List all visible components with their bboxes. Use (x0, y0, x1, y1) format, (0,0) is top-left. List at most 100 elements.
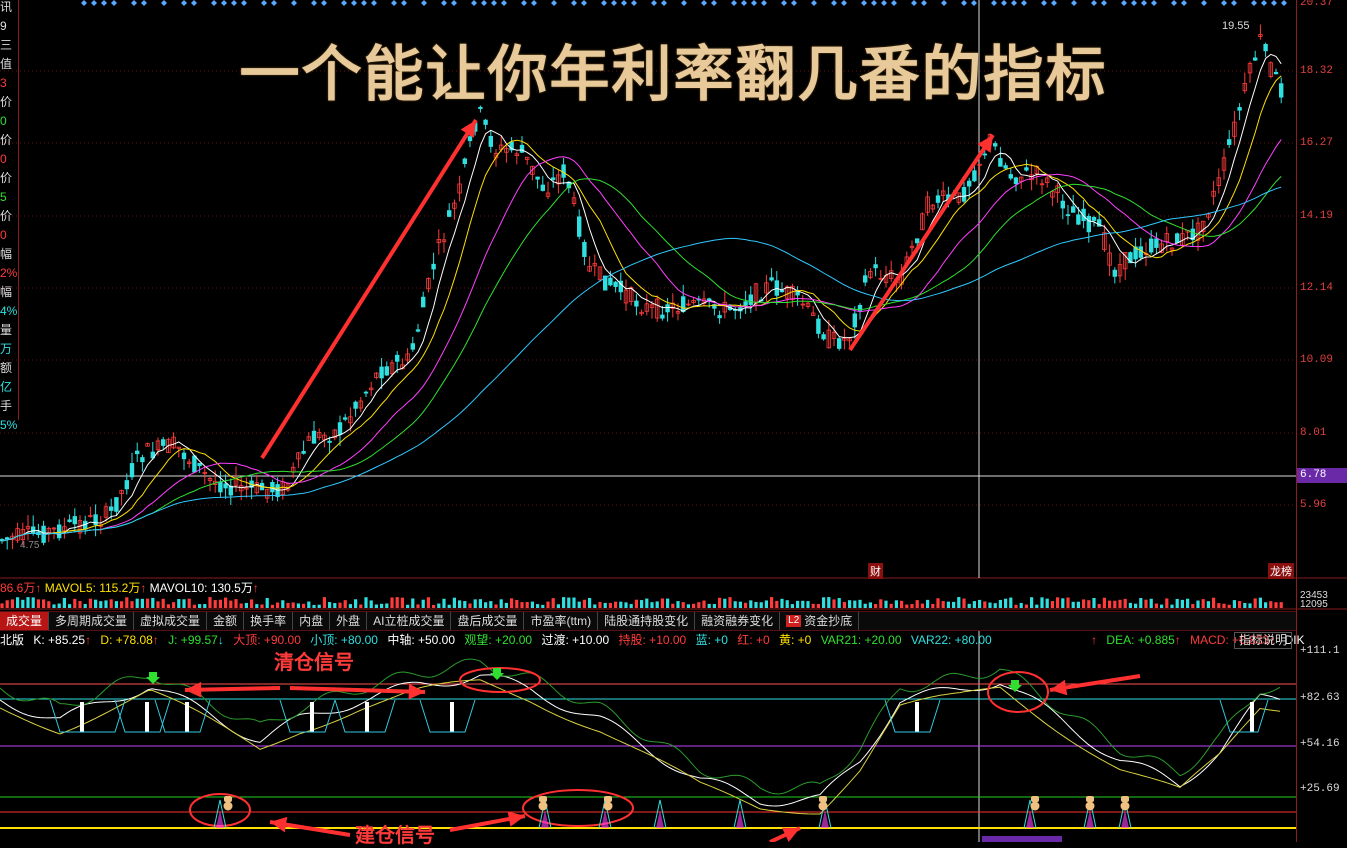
var22-value: VAR22: +80.00 (910, 633, 992, 647)
volume-bar (291, 602, 295, 608)
volume-bar (915, 600, 919, 608)
stock-chart-canvas[interactable] (0, 0, 1347, 842)
tab-label: 成交量 (6, 614, 43, 628)
volume-bar (125, 597, 129, 608)
volume-bar (380, 603, 384, 608)
candle-body (873, 264, 878, 269)
candle-body (863, 275, 868, 283)
quote-field: 亿 (0, 380, 13, 394)
signal-diamond (1131, 0, 1137, 6)
volume-bar (1097, 604, 1101, 608)
volume-bar (338, 602, 342, 608)
signal-diamond (241, 0, 247, 6)
signal-diamond (1141, 0, 1147, 6)
price-tick: 20.37 (1300, 0, 1334, 9)
volume-bar (302, 603, 306, 608)
volume-bar (1144, 599, 1148, 608)
indicator-tab[interactable]: 虚拟成交量 (134, 612, 208, 630)
signal-diamond (1231, 0, 1237, 6)
volume-bar (99, 601, 103, 608)
indicator-tick: +54.16 (1300, 738, 1340, 750)
indicator-tab[interactable]: 成交量 (0, 612, 50, 630)
signal-diamond (551, 0, 557, 6)
volume-bar (1175, 598, 1179, 608)
j-line (0, 658, 1281, 795)
indicator-help-button[interactable]: 指标说明 (1234, 632, 1293, 649)
indicator-tab[interactable]: 多周期成交量 (49, 612, 135, 630)
volume-bar (1149, 598, 1153, 608)
signal-shape (49, 699, 126, 733)
indicator-tab[interactable]: AI立桩成交量 (367, 612, 452, 630)
volume-bar (910, 604, 914, 608)
candle-body (1279, 83, 1284, 98)
signal-diamond (1091, 0, 1097, 6)
volume-bar (421, 599, 425, 608)
candle-body (67, 519, 72, 522)
hand-icon (1030, 801, 1040, 811)
volume-bar (208, 597, 212, 608)
dragon-tiger-list-marker[interactable]: 龙榜 (1268, 563, 1294, 579)
volume-bar (447, 604, 451, 608)
volume-bar (681, 602, 685, 608)
volume-bar (598, 602, 602, 608)
volume-bar (276, 602, 280, 608)
volume-bar (967, 603, 971, 608)
volume-bar (946, 601, 950, 608)
volume-bar (775, 600, 779, 608)
indicator-tab[interactable]: 换手率 (244, 612, 294, 630)
quote-field: 5% (0, 418, 18, 432)
indicator-tab[interactable]: L2 资金抄底 (780, 612, 860, 630)
price-tick: 10.09 (1300, 354, 1334, 366)
indicator-tab[interactable]: 外盘 (330, 612, 368, 630)
volume-bar (1238, 601, 1242, 608)
volume-bar (473, 599, 477, 608)
hand-icon (604, 796, 612, 802)
volume-bar (146, 598, 150, 608)
candle-body (1065, 214, 1071, 217)
volume-bar (530, 601, 534, 608)
quote-field: 三 (0, 38, 13, 52)
financial-report-marker[interactable]: 财 (868, 563, 883, 579)
volume-bar (296, 603, 300, 608)
candle-body (192, 455, 197, 473)
price-tick: 12.14 (1300, 282, 1334, 294)
volume-bar (759, 602, 763, 608)
dading-value: 大顶: +90.00 (233, 633, 301, 647)
volume-bar (770, 597, 774, 608)
indicator-tab[interactable]: 金额 (207, 612, 245, 630)
hong-value: 红: +0 (737, 633, 770, 647)
volume-bar (1118, 599, 1122, 608)
hand-icon (1120, 801, 1130, 811)
volume-bar (177, 599, 181, 608)
indicator-name[interactable]: 北版 (0, 633, 24, 647)
signal-diamond (371, 0, 377, 6)
quote-field: 价 (0, 95, 13, 109)
signal-diamond (181, 0, 187, 6)
volume-bar (510, 598, 514, 608)
signal-diamond (261, 0, 267, 6)
volume-bar (525, 602, 529, 608)
volume-bar (484, 602, 488, 608)
price-tick: 8.01 (1300, 427, 1327, 439)
volume-bar (733, 601, 737, 608)
volume-bar (151, 597, 155, 608)
zhongzhou-value: 中轴: +50.00 (387, 633, 456, 647)
volume-bar (988, 602, 992, 608)
candle-body (577, 216, 582, 237)
volume-bar (452, 597, 456, 608)
indicator-tab[interactable]: 市盈率(ttm) (524, 612, 599, 630)
indicator-tab[interactable]: 盘后成交量 (451, 612, 525, 630)
volume-bar (218, 599, 222, 608)
candle-body (1013, 177, 1019, 185)
signal-diamond (1101, 0, 1107, 6)
indicator-tab[interactable]: 融资融券变化 (695, 612, 781, 630)
candle-body (223, 483, 228, 489)
indicator-tab[interactable]: 内盘 (293, 612, 331, 630)
volume-bar (562, 597, 566, 608)
volume-bar (1045, 598, 1049, 608)
candle-body (665, 304, 670, 313)
indicator-tab[interactable]: 陆股通持股变化 (598, 612, 696, 630)
volume-bar (588, 597, 592, 608)
signal-diamond (451, 0, 457, 6)
signal-diamond (701, 0, 707, 6)
